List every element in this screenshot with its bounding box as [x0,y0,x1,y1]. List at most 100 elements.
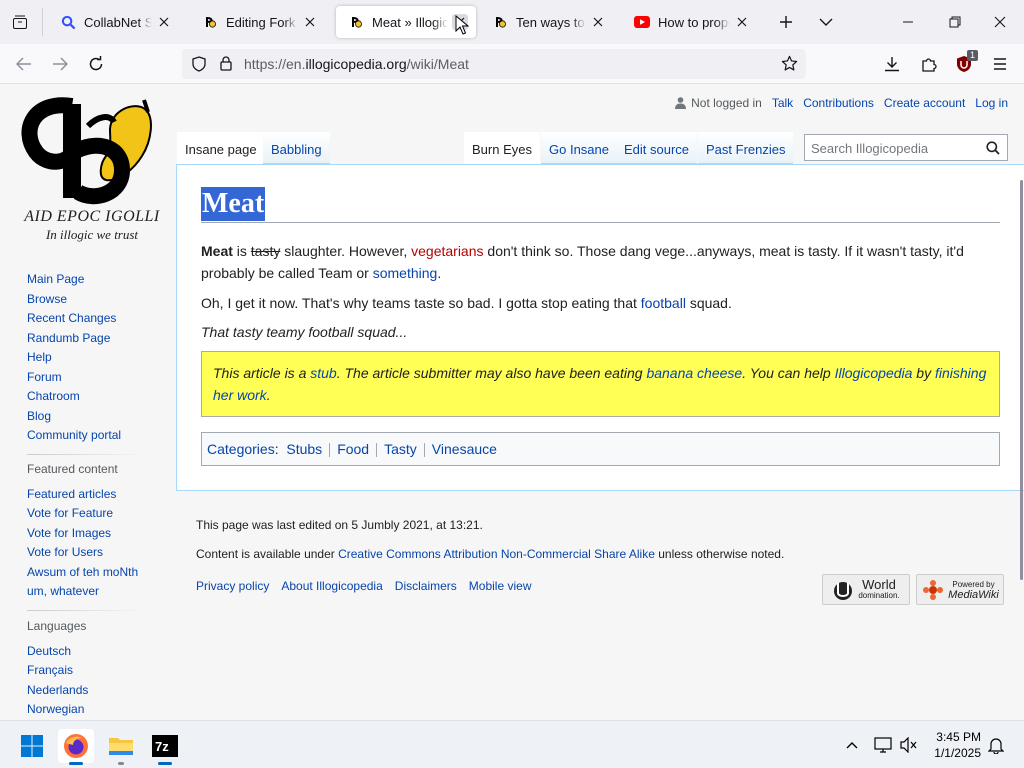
category-link-tasty[interactable]: Tasty [384,441,417,457]
new-tab-button[interactable] [774,10,798,34]
language-link-francais[interactable]: Français [27,661,88,681]
site-logo[interactable]: AID EPOC IGOLLI In illogic we trust [14,90,164,250]
tab-ten-ways[interactable]: Ten ways to kill [480,6,614,38]
chevron-up-icon [846,742,858,749]
tab-editing-fork[interactable]: Editing Fork » Illogicopedia [190,6,326,38]
show-hidden-icons-button[interactable] [842,735,862,755]
mobile-view-link[interactable]: Mobile view [469,579,532,593]
category-link-vinesauce[interactable]: Vinesauce [432,441,497,457]
taskbar-file-explorer[interactable] [103,729,139,765]
restore-window-button[interactable] [943,10,967,34]
categories-label-link[interactable]: Categories [207,441,275,457]
disclaimers-link[interactable]: Disclaimers [395,579,457,593]
sidebar-item-featured-articles[interactable]: Featured articles [27,485,138,505]
sidebar-item-vote-for-images[interactable]: Vote for Images [27,524,138,544]
tracking-protection-shield-icon[interactable] [192,56,206,72]
article-paragraph-2: Oh, I get it now. That's why teams taste… [201,292,991,314]
start-button[interactable] [14,729,50,763]
sidebar-item-browse[interactable]: Browse [27,290,121,310]
close-tab-icon[interactable] [734,14,750,30]
create-account-link[interactable]: Create account [884,96,965,110]
page-title: Meat [201,187,266,221]
something-link[interactable]: something [373,265,438,281]
category-link-food[interactable]: Food [337,441,369,457]
sidebar-item-vote-for-feature[interactable]: Vote for Feature [27,504,138,524]
sidebar-item-forum[interactable]: Forum [27,368,121,388]
tab-past-frenzies[interactable]: Past Frenzies [698,132,794,164]
wiki-search-input[interactable]: Search Illogicopedia [804,134,1008,161]
contributions-link[interactable]: Contributions [803,96,874,110]
article-paragraph-1: Meat is tasty slaughter. However, vegeta… [201,240,991,284]
ublock-origin-button[interactable]: 1 [952,50,978,76]
forward-button[interactable] [48,52,72,76]
taskbar-firefox[interactable] [58,729,94,765]
stub-link[interactable]: stub [310,365,336,381]
bookmark-star-icon[interactable] [781,55,798,72]
about-illogicopedia-link[interactable]: About Illogicopedia [281,579,382,593]
tab-babbling[interactable]: Babbling [263,132,330,164]
list-all-tabs-button[interactable] [8,10,32,34]
text-run: by [912,365,935,381]
taskbar-7zip[interactable]: 7z [147,729,183,765]
powered-by-mediawiki-badge[interactable]: Powered by MediaWiki [916,574,1004,605]
banana-cheese-link[interactable]: banana cheese [646,365,742,381]
tab-overflow-button[interactable] [814,10,838,34]
illogicopedia-logo-icon [21,97,152,205]
illogicopedia-link[interactable]: Illogicopedia [835,365,913,381]
language-link-norwegian[interactable]: Norwegian [27,700,88,720]
tab-how-to-properly[interactable]: How to properly [622,6,758,38]
category-link-stubs[interactable]: Stubs [286,441,322,457]
close-tab-icon[interactable] [590,14,606,30]
tab-insane-page[interactable]: Insane page [177,132,265,164]
sidebar-item-awsum-of-teh-month[interactable]: Awsum of teh moNth [27,563,138,583]
language-link-nederlands[interactable]: Nederlands [27,681,88,701]
log-in-link[interactable]: Log in [975,96,1008,110]
app-menu-button[interactable] [988,52,1012,76]
address-bar[interactable]: https://en.illogicopedia.org/wiki/Meat [182,49,806,79]
lock-icon[interactable] [220,56,232,71]
sidebar-item-help[interactable]: Help [27,348,121,368]
volume-button[interactable] [899,735,919,755]
logo-tagline: In illogic we trust [45,227,139,242]
search-icon[interactable] [986,141,1000,155]
sidebar-item-community-portal[interactable]: Community portal [27,426,121,446]
sidebar-item-main-page[interactable]: Main Page [27,270,121,290]
privacy-policy-link[interactable]: Privacy policy [196,579,269,593]
world-domination-badge[interactable]: World domination. [822,574,910,605]
close-window-button[interactable] [988,10,1012,34]
close-tab-icon[interactable] [156,14,172,30]
back-button[interactable] [12,52,36,76]
page-scrollbar[interactable] [1020,180,1023,580]
reload-button[interactable] [84,52,108,76]
tab-edit-source[interactable]: Edit source [616,132,698,164]
language-link-deutsch[interactable]: Deutsch [27,642,88,662]
bold-term: Meat [201,243,233,259]
sidebar-item-blog[interactable]: Blog [27,407,121,427]
sidebar-item-randumb-page[interactable]: Randumb Page [27,329,121,349]
firefox-icon [64,734,88,758]
text-run: unless otherwise noted. [654,547,785,561]
sidebar-item-recent-changes[interactable]: Recent Changes [27,309,121,329]
tab-collabnet-searx[interactable]: CollabNet SearX [48,6,180,38]
tab-burn-eyes-label: Burn Eyes [472,142,532,157]
sidebar-item-chatroom[interactable]: Chatroom [27,387,121,407]
license-link[interactable]: Creative Commons Attribution Non-Commerc… [338,547,655,561]
tab-burn-eyes[interactable]: Burn Eyes [464,132,540,164]
notifications-button[interactable] [986,735,1006,755]
downloads-button[interactable] [880,52,904,76]
close-tab-icon[interactable] [302,14,318,30]
football-link[interactable]: football [641,295,686,311]
tab-go-insane[interactable]: Go Insane [541,132,617,164]
extensions-button[interactable] [917,52,941,76]
talk-link[interactable]: Talk [772,96,793,110]
sidebar-item-um-whatever[interactable]: um, whatever [27,582,138,602]
running-indicator [118,762,124,765]
minimize-window-button[interactable] [896,10,920,34]
system-clock[interactable]: 3:45 PM 1/1/2025 [934,729,981,761]
world-domination-icon [834,581,853,600]
sidebar-item-vote-for-users[interactable]: Vote for Users [27,543,138,563]
extension-badge-count: 1 [966,50,978,61]
network-status-button[interactable] [873,735,893,755]
text-run: . [266,387,271,403]
vegetarians-link[interactable]: vegetarians [411,243,483,259]
